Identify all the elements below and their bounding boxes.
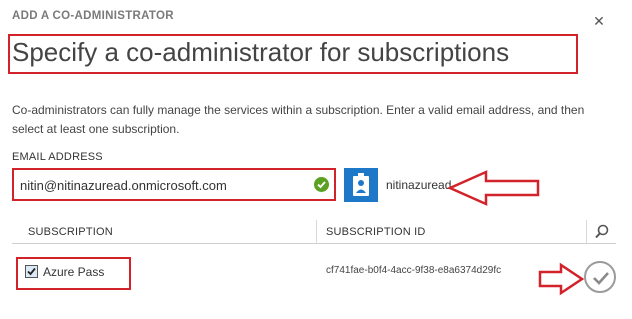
page-title: Specify a co-administrator for subscript…	[12, 37, 510, 67]
column-separator	[316, 220, 317, 244]
email-label: EMAIL ADDRESS	[12, 151, 103, 163]
close-icon[interactable]: ✕	[592, 14, 606, 28]
column-header-subscription-id[interactable]: SUBSCRIPTION ID	[326, 226, 426, 238]
email-input[interactable]	[20, 176, 305, 194]
column-separator	[586, 220, 587, 244]
dialog-description: Co-administrators can fully manage the s…	[12, 103, 585, 136]
check-circle-icon	[314, 177, 329, 192]
subscription-id: cf741fae-b0f4-4acc-9f38-e8a6374d29fc	[326, 265, 502, 276]
dialog-label: ADD A CO-ADMINISTRATOR	[12, 10, 174, 22]
annotation-arrow-right	[538, 262, 585, 296]
search-icon[interactable]	[592, 223, 612, 241]
resolved-user-name: nitinazuread	[386, 178, 452, 192]
user-badge-icon	[344, 168, 378, 202]
subscription-checkbox[interactable]	[25, 265, 38, 278]
subscription-name: Azure Pass	[43, 265, 105, 279]
table-header-divider	[12, 243, 616, 244]
checkmark-icon	[593, 272, 609, 285]
confirm-button[interactable]	[584, 261, 616, 293]
annotation-arrow-left	[446, 170, 540, 206]
column-header-subscription[interactable]: SUBSCRIPTION	[28, 226, 113, 238]
